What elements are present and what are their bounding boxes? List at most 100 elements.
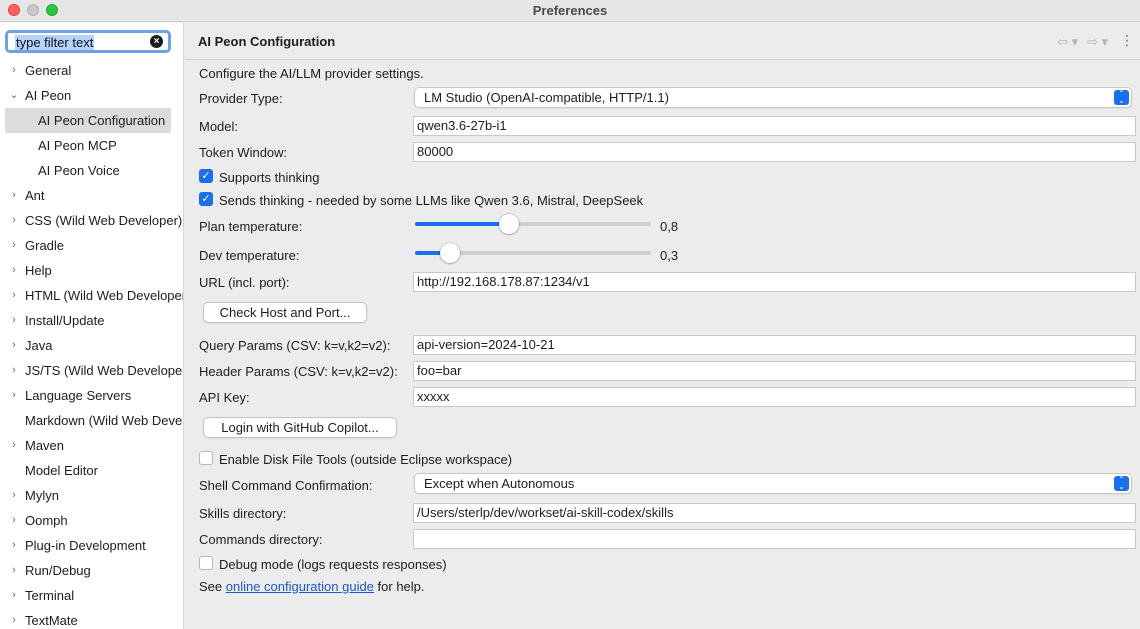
chevron-right-icon[interactable]: ›: [9, 58, 19, 83]
sidebar-item[interactable]: › Java: [0, 333, 183, 358]
chevron-right-icon[interactable]: ›: [9, 383, 19, 408]
chevron-right-icon[interactable]: ›: [9, 258, 19, 283]
supports-thinking-checkbox[interactable]: ✓: [199, 169, 213, 183]
chevron-right-icon[interactable]: ›: [9, 433, 19, 458]
sidebar-item[interactable]: › Install/Update: [0, 308, 183, 333]
sidebar-item[interactable]: Model Editor: [0, 458, 183, 483]
github-copilot-login-button[interactable]: Login with GitHub Copilot...: [203, 417, 397, 438]
skills-directory-input[interactable]: /Users/sterlp/dev/workset/ai-skill-codex…: [413, 503, 1136, 523]
help-footer: See online configuration guide for help.: [199, 579, 425, 594]
token-window-input[interactable]: 80000: [413, 142, 1136, 162]
header-params-input[interactable]: foo=bar: [413, 361, 1136, 381]
dev-temperature-thumb[interactable]: [440, 243, 460, 263]
online-guide-link[interactable]: online configuration guide: [226, 579, 374, 594]
sidebar-item[interactable]: › Language Servers: [0, 383, 183, 408]
sidebar-item[interactable]: › Ant: [0, 183, 183, 208]
sidebar-item[interactable]: AI Peon Configuration: [5, 108, 171, 133]
sidebar-item[interactable]: › Plug-in Development: [0, 533, 183, 558]
sidebar-item[interactable]: › Gradle: [0, 233, 183, 258]
chevron-right-icon[interactable]: ›: [9, 183, 19, 208]
plan-temperature-value: 0,8: [660, 219, 679, 234]
chevron-right-icon[interactable]: ›: [9, 283, 19, 308]
check-host-port-button[interactable]: Check Host and Port...: [203, 302, 367, 323]
clear-filter-icon[interactable]: ×: [150, 35, 163, 48]
sidebar-item-label: Language Servers: [25, 388, 132, 403]
sends-thinking-checkbox[interactable]: ✓: [199, 192, 213, 206]
chevron-right-icon[interactable]: ›: [9, 583, 19, 608]
sidebar-item[interactable]: › Oomph: [0, 508, 183, 533]
sidebar-item-label: AI Peon: [25, 88, 72, 103]
api-key-input[interactable]: xxxxx: [413, 387, 1136, 407]
chevron-right-icon[interactable]: ›: [9, 558, 19, 583]
sidebar-item[interactable]: › Help: [0, 258, 183, 283]
view-menu-icon[interactable]: ⋮: [1120, 32, 1134, 49]
chevron-right-icon[interactable]: ›: [9, 208, 19, 233]
filter-input-text: type filter text: [15, 35, 95, 50]
sidebar-item[interactable]: › CSS (Wild Web Developer): [0, 208, 183, 233]
title-bar: Preferences: [0, 0, 1140, 22]
sidebar-item[interactable]: › Terminal: [0, 583, 183, 608]
header-params-label: Header Params (CSV: k=v,k2=v2):: [199, 364, 398, 379]
dev-temperature-value: 0,3: [660, 248, 679, 263]
dev-temperature-slider[interactable]: [415, 243, 651, 263]
url-input[interactable]: http://192.168.178.87:1234/v1: [413, 272, 1136, 292]
chevron-right-icon[interactable]: ›: [9, 483, 19, 508]
sidebar-item-label: AI Peon MCP: [38, 138, 117, 153]
preferences-tree: › General ⌄ AI Peon AI Peon Configuration AI …: [0, 58, 183, 629]
forward-icon[interactable]: ⇨ ▾: [1087, 34, 1108, 50]
filter-input[interactable]: type filter text ×: [5, 30, 171, 53]
dev-temperature-label: Dev temperature:: [199, 248, 300, 263]
provider-type-select[interactable]: LM Studio (OpenAI-compatible, HTTP/1.1) …: [414, 87, 1132, 108]
preference-page: AI Peon Configuration ⇦ ▾ ⇨ ▾ ⋮ Configur…: [185, 23, 1140, 629]
plan-temperature-thumb[interactable]: [499, 214, 519, 234]
select-arrows-icon: ⌃ ⌄: [1114, 476, 1129, 491]
sidebar-item[interactable]: › JS/TS (Wild Web Developer): [0, 358, 183, 383]
sidebar-item-label: Oomph: [25, 513, 68, 528]
chevron-right-icon[interactable]: ›: [9, 608, 19, 629]
sidebar-item-label: AI Peon Voice: [38, 163, 120, 178]
debug-mode-label: Debug mode (logs requests responses): [219, 557, 447, 572]
sidebar-item[interactable]: › Mylyn: [0, 483, 183, 508]
plan-temperature-label: Plan temperature:: [199, 219, 303, 234]
sidebar-item[interactable]: › Maven: [0, 433, 183, 458]
chevron-right-icon[interactable]: ›: [9, 358, 19, 383]
select-arrows-icon: ⌃ ⌄: [1114, 90, 1129, 105]
commands-directory-label: Commands directory:: [199, 532, 323, 547]
sidebar-item[interactable]: AI Peon MCP: [0, 133, 183, 158]
sidebar-item[interactable]: › TextMate: [0, 608, 183, 629]
debug-mode-checkbox[interactable]: [199, 556, 213, 570]
disk-file-tools-checkbox[interactable]: [199, 451, 213, 465]
window-title: Preferences: [532, 3, 608, 18]
sidebar-item[interactable]: › General: [0, 58, 183, 83]
plan-temperature-fill: [415, 222, 509, 226]
page-header: AI Peon Configuration ⇦ ▾ ⇨ ▾ ⋮: [185, 23, 1140, 60]
commands-directory-input[interactable]: [413, 529, 1136, 549]
sidebar-item-label: Mylyn: [25, 488, 59, 503]
sidebar-item-label: CSS (Wild Web Developer): [25, 213, 183, 228]
chevron-right-icon[interactable]: ›: [9, 508, 19, 533]
sidebar-item-label: General: [25, 63, 72, 78]
query-params-input[interactable]: api-version=2024-10-21: [413, 335, 1136, 355]
chevron-right-icon[interactable]: ›: [9, 533, 19, 558]
sidebar-item-label: AI Peon Configuration: [38, 113, 166, 128]
sidebar-item-label: Install/Update: [25, 313, 105, 328]
api-key-label: API Key:: [199, 390, 250, 405]
plan-temperature-slider[interactable]: [415, 214, 651, 234]
sidebar-item[interactable]: Markdown (Wild Web Developer): [0, 408, 183, 433]
sidebar-item[interactable]: › Run/Debug: [0, 558, 183, 583]
footer-see-text: See: [199, 579, 226, 594]
chevron-right-icon[interactable]: ›: [9, 333, 19, 358]
model-input[interactable]: qwen3.6-27b-i1: [413, 116, 1136, 136]
shell-confirmation-value: Except when Autonomous: [424, 476, 575, 491]
chevron-down-icon[interactable]: ⌄: [9, 83, 19, 108]
intro-text: Configure the AI/LLM provider settings.: [199, 66, 424, 81]
chevron-right-icon[interactable]: ›: [9, 233, 19, 258]
sidebar-item[interactable]: › HTML (Wild Web Developer): [0, 283, 183, 308]
sidebar-item[interactable]: ⌄ AI Peon: [0, 83, 183, 108]
back-icon[interactable]: ⇦ ▾: [1057, 34, 1078, 50]
chevron-right-icon[interactable]: ›: [9, 308, 19, 333]
shell-confirmation-select[interactable]: Except when Autonomous ⌃ ⌄: [414, 473, 1132, 494]
sidebar-item[interactable]: AI Peon Voice: [0, 158, 183, 183]
provider-type-value: LM Studio (OpenAI-compatible, HTTP/1.1): [424, 90, 669, 105]
provider-type-label: Provider Type:: [199, 91, 283, 106]
